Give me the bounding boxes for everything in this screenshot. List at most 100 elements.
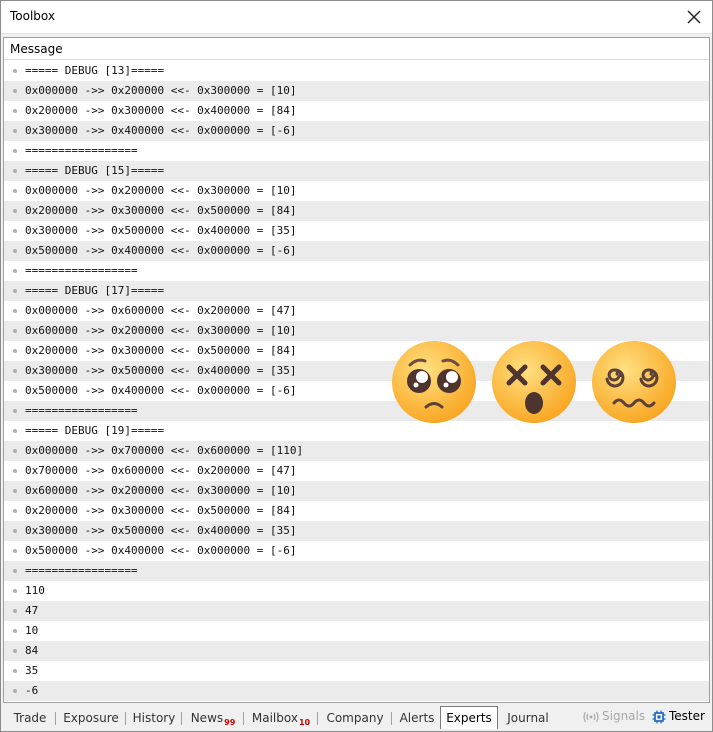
row-bullet-icon xyxy=(13,189,17,193)
message-text: ================= xyxy=(25,264,138,277)
tab-separator xyxy=(317,712,318,725)
news-count-badge: 99 xyxy=(224,718,236,727)
message-text: ===== DEBUG [17]===== xyxy=(25,284,165,297)
tab-exposure-label: Exposure xyxy=(63,711,119,725)
tester-label: Tester xyxy=(669,709,705,723)
message-text: 0x600000 ->> 0x200000 <<- 0x300000 = [10… xyxy=(25,484,297,497)
message-row[interactable]: 84 xyxy=(4,641,709,661)
tab-alerts[interactable]: Alerts xyxy=(395,708,439,728)
message-row[interactable]: 0x700000 ->> 0x600000 <<- 0x200000 = [47… xyxy=(4,461,709,481)
tab-mailbox-label: Mailbox xyxy=(251,711,298,725)
tester-button[interactable]: Tester xyxy=(652,709,705,724)
row-bullet-icon xyxy=(13,89,17,93)
signals-button[interactable]: Signals xyxy=(583,709,645,723)
message-text: 47 xyxy=(25,604,39,617)
message-text: 0x300000 ->> 0x400000 <<- 0x000000 = [-6… xyxy=(25,124,297,137)
row-bullet-icon xyxy=(13,449,17,453)
row-bullet-icon xyxy=(13,229,17,233)
message-text: ================= xyxy=(25,404,138,417)
message-row[interactable]: 0x300000 ->> 0x500000 <<- 0x400000 = [35… xyxy=(4,221,709,241)
message-text: 0x300000 ->> 0x500000 <<- 0x400000 = [35… xyxy=(25,224,297,237)
tab-news[interactable]: News99 xyxy=(185,708,241,728)
message-row[interactable]: 0x300000 ->> 0x500000 <<- 0x400000 = [35… xyxy=(4,521,709,541)
message-row[interactable]: 0x600000 ->> 0x200000 <<- 0x300000 = [10… xyxy=(4,321,709,341)
row-bullet-icon xyxy=(13,409,17,413)
message-text: 0x000000 ->> 0x700000 <<- 0x600000 = [11… xyxy=(25,444,304,457)
tab-separator xyxy=(125,712,126,725)
row-bullet-icon xyxy=(13,489,17,493)
row-bullet-icon xyxy=(13,389,17,393)
message-row[interactable]: 0x000000 ->> 0x700000 <<- 0x600000 = [11… xyxy=(4,441,709,461)
face-with-spiral-eyes-icon xyxy=(592,341,676,423)
row-bullet-icon xyxy=(13,69,17,73)
row-bullet-icon xyxy=(13,469,17,473)
message-row[interactable]: 0x000000 ->> 0x600000 <<- 0x200000 = [47… xyxy=(4,301,709,321)
message-text: 110 xyxy=(25,584,45,597)
message-row[interactable]: 0x600000 ->> 0x200000 <<- 0x300000 = [10… xyxy=(4,481,709,501)
tab-experts[interactable]: Experts xyxy=(440,706,498,729)
row-bullet-icon xyxy=(13,529,17,533)
message-row[interactable]: 0x500000 ->> 0x400000 <<- 0x000000 = [-6… xyxy=(4,541,709,561)
row-bullet-icon xyxy=(13,629,17,633)
pleading-face-icon xyxy=(392,341,476,423)
message-row[interactable]: 0x200000 ->> 0x300000 <<- 0x500000 = [84… xyxy=(4,201,709,221)
message-text: 0x000000 ->> 0x200000 <<- 0x300000 = [10… xyxy=(25,184,297,197)
tab-journal[interactable]: Journal xyxy=(500,708,556,728)
message-row[interactable]: 0x300000 ->> 0x400000 <<- 0x000000 = [-6… xyxy=(4,121,709,141)
row-bullet-icon xyxy=(13,369,17,373)
tab-journal-label: Journal xyxy=(507,711,549,725)
message-text: 0x200000 ->> 0x300000 <<- 0x400000 = [84… xyxy=(25,104,297,117)
message-row[interactable]: ===== DEBUG [15]===== xyxy=(4,161,709,181)
message-row[interactable]: 110 xyxy=(4,581,709,601)
message-row[interactable]: ================= xyxy=(4,141,709,161)
row-bullet-icon xyxy=(13,289,17,293)
column-header[interactable]: Message xyxy=(4,38,709,60)
message-text: 0x200000 ->> 0x300000 <<- 0x500000 = [84… xyxy=(25,504,297,517)
toolbox-window: Toolbox Message ===== DEBUG [13]===== 0x0… xyxy=(0,0,713,732)
message-text: 84 xyxy=(25,644,39,657)
tab-trade-label: Trade xyxy=(13,711,47,725)
row-bullet-icon xyxy=(13,109,17,113)
row-bullet-icon xyxy=(13,129,17,133)
message-text: 0x000000 ->> 0x200000 <<- 0x300000 = [10… xyxy=(25,84,297,97)
face-with-crossed-out-eyes-icon xyxy=(492,341,576,423)
tab-exposure[interactable]: Exposure xyxy=(59,708,123,728)
close-button[interactable] xyxy=(682,5,706,29)
message-row[interactable]: ===== DEBUG [17]===== xyxy=(4,281,709,301)
message-text: 0x500000 ->> 0x400000 <<- 0x000000 = [-6… xyxy=(25,244,297,257)
signal-broadcast-icon xyxy=(583,711,599,722)
tab-history-label: History xyxy=(132,711,176,725)
message-row[interactable]: 10 xyxy=(4,621,709,641)
message-row[interactable]: ================= xyxy=(4,261,709,281)
message-row[interactable]: 35 xyxy=(4,661,709,681)
tab-mailbox[interactable]: Mailbox10 xyxy=(247,708,315,728)
message-row[interactable]: 0x200000 ->> 0x300000 <<- 0x400000 = [84… xyxy=(4,101,709,121)
tab-company-label: Company xyxy=(326,711,384,725)
message-row[interactable]: 0x500000 ->> 0x400000 <<- 0x000000 = [-6… xyxy=(4,241,709,261)
message-text: 0x300000 ->> 0x500000 <<- 0x400000 = [35… xyxy=(25,364,297,377)
message-row[interactable]: 0x000000 ->> 0x200000 <<- 0x300000 = [10… xyxy=(4,181,709,201)
row-bullet-icon xyxy=(13,689,17,693)
tab-separator xyxy=(391,712,392,725)
message-row[interactable]: -6 xyxy=(4,681,709,701)
tab-company[interactable]: Company xyxy=(321,708,389,728)
message-text: ===== DEBUG [13]===== xyxy=(25,64,165,77)
message-row[interactable]: ================= xyxy=(4,561,709,581)
message-row[interactable]: 47 xyxy=(4,601,709,621)
window-title: Toolbox xyxy=(10,9,55,23)
row-bullet-icon xyxy=(13,269,17,273)
row-bullet-icon xyxy=(13,549,17,553)
tab-alerts-label: Alerts xyxy=(399,711,435,725)
row-bullet-icon xyxy=(13,169,17,173)
message-text: 0x200000 ->> 0x300000 <<- 0x500000 = [84… xyxy=(25,344,297,357)
tab-history[interactable]: History xyxy=(129,708,179,728)
tab-news-label: News xyxy=(190,711,224,725)
message-row[interactable]: ===== DEBUG [13]===== xyxy=(4,61,709,81)
tab-separator xyxy=(181,712,182,725)
row-bullet-icon xyxy=(13,149,17,153)
message-text: 0x500000 ->> 0x400000 <<- 0x000000 = [-6… xyxy=(25,544,297,557)
message-row[interactable]: 0x000000 ->> 0x200000 <<- 0x300000 = [10… xyxy=(4,81,709,101)
tab-experts-label: Experts xyxy=(446,711,492,725)
message-row[interactable]: 0x200000 ->> 0x300000 <<- 0x500000 = [84… xyxy=(4,501,709,521)
tab-trade[interactable]: Trade xyxy=(7,708,53,728)
